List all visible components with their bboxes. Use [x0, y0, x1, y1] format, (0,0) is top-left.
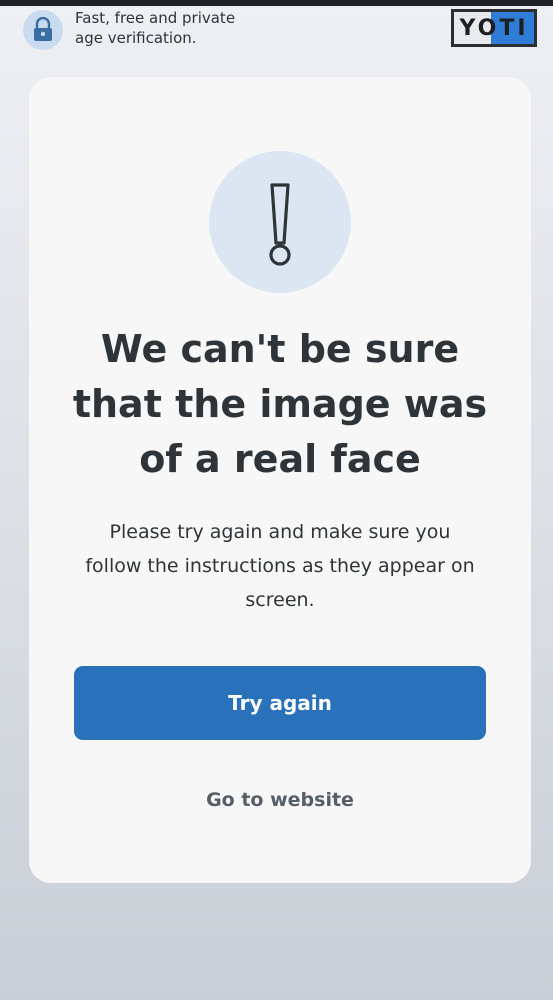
header-tagline: Fast, free and private age verification.	[75, 8, 295, 48]
error-message: Please try again and make sure you follo…	[69, 515, 491, 617]
error-title-line: of a real face	[139, 437, 421, 481]
header-bar: Fast, free and private age verification.…	[0, 6, 553, 62]
yoti-logo: YOTI	[451, 9, 537, 47]
error-message-line: Please try again and make sure you	[109, 521, 451, 543]
error-message-line: follow the instructions as they appear o…	[85, 555, 475, 577]
error-title-line: We can't be sure	[100, 327, 460, 371]
error-card: We can't be sure that the image was of a…	[29, 77, 531, 883]
exclamation-icon	[209, 151, 351, 293]
try-again-button[interactable]: Try again	[74, 666, 486, 740]
error-message-line: screen.	[245, 589, 315, 611]
lock-icon	[23, 10, 63, 50]
go-to-website-link[interactable]: Go to website	[130, 782, 430, 818]
error-title: We can't be sure that the image was of a…	[49, 322, 511, 487]
error-title-line: that the image was	[72, 382, 488, 426]
yoti-logo-text: YOTI	[459, 15, 529, 41]
tagline-line-2: age verification.	[75, 29, 197, 47]
tagline-line-1: Fast, free and private	[75, 9, 236, 27]
